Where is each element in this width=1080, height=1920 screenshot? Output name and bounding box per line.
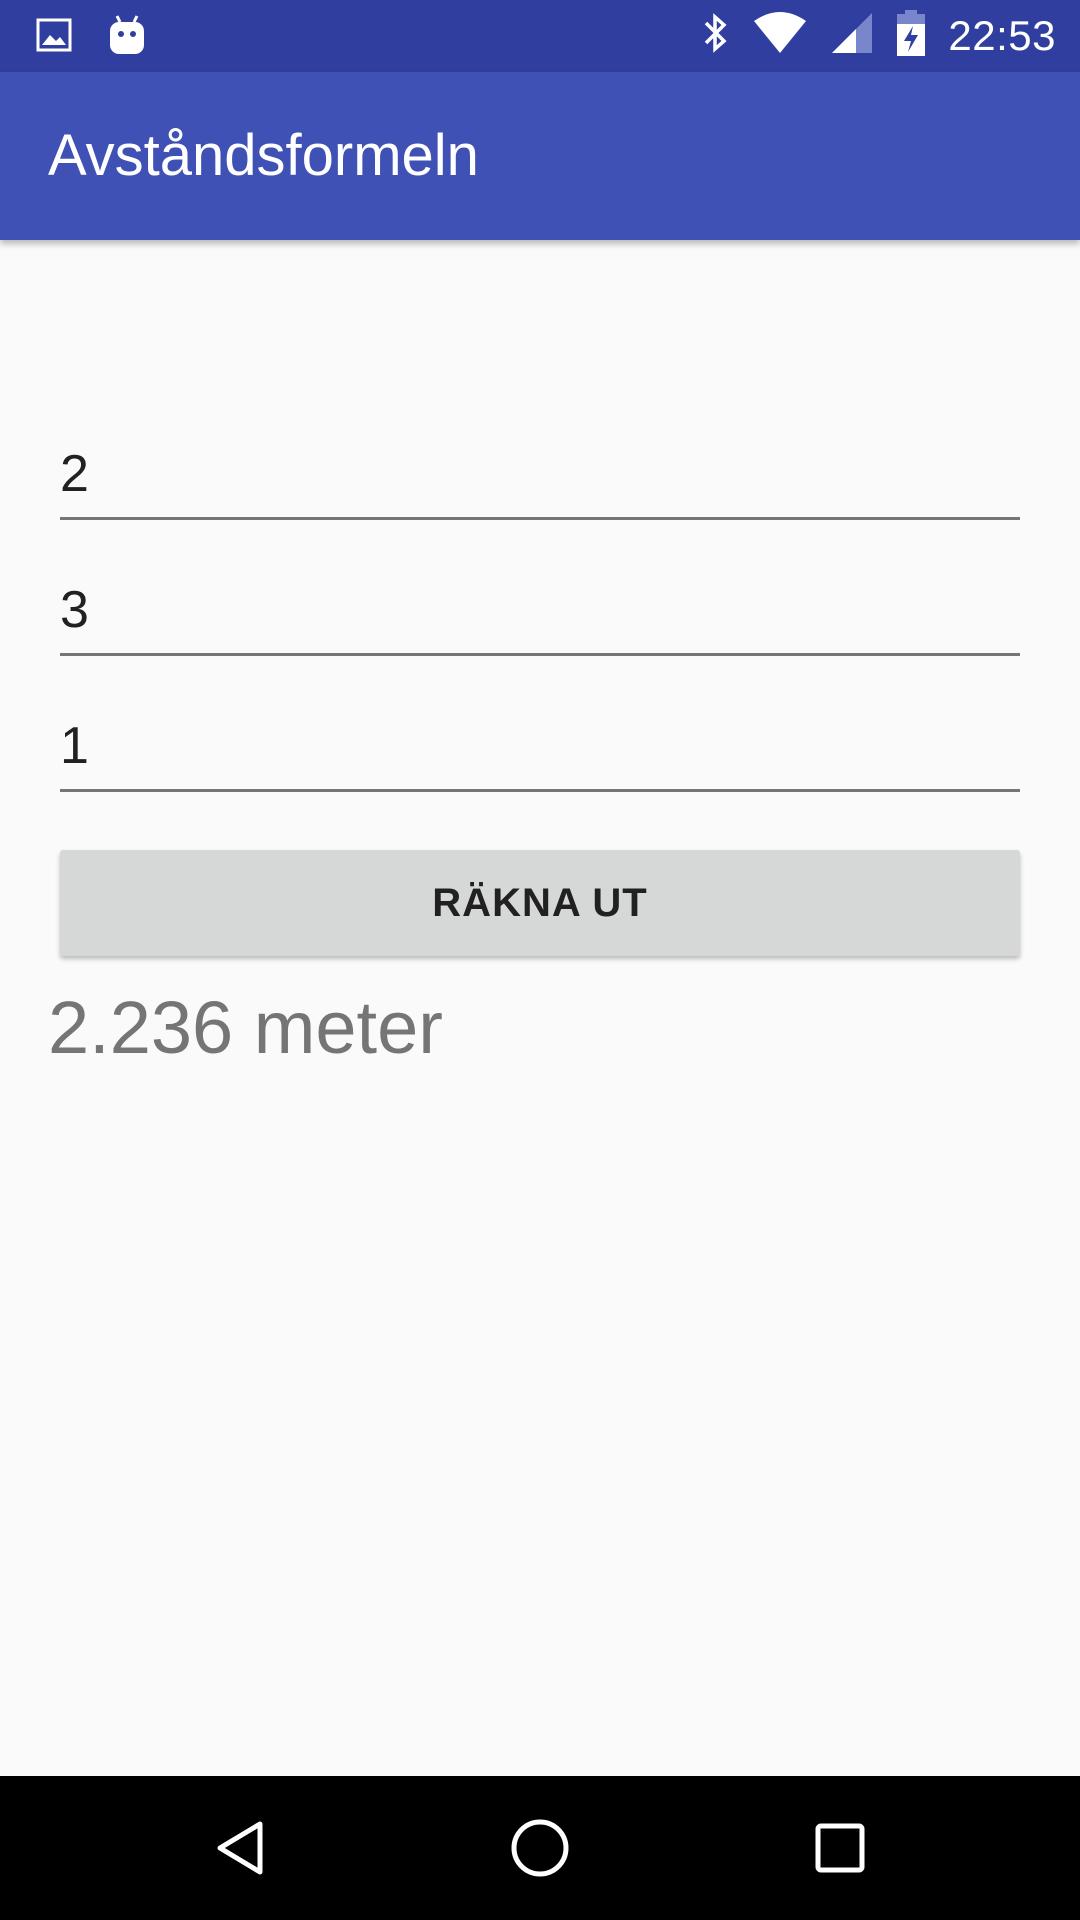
calculate-button[interactable]: RÄKNA UT	[60, 850, 1020, 956]
status-time: 22:53	[948, 11, 1056, 59]
signal-icon	[830, 11, 874, 60]
home-icon[interactable]	[508, 1816, 572, 1880]
app-bar: Avståndsformeln	[0, 72, 1080, 240]
input-field-2[interactable]	[60, 536, 1020, 656]
input-field-1[interactable]	[60, 400, 1020, 520]
number-input-2[interactable]	[60, 570, 1020, 650]
input-field-3[interactable]	[60, 672, 1020, 792]
battery-charging-icon	[896, 10, 926, 61]
recents-icon[interactable]	[808, 1816, 872, 1880]
status-bar: 22:53	[0, 0, 1080, 72]
image-icon	[36, 17, 72, 58]
navigation-bar	[0, 1776, 1080, 1920]
number-input-1[interactable]	[60, 434, 1020, 514]
android-icon	[108, 14, 146, 61]
result-text: 2.236 meter	[48, 986, 443, 1069]
field-underline	[60, 653, 1020, 656]
wifi-icon	[752, 11, 808, 60]
bluetooth-icon	[702, 11, 730, 60]
field-underline	[60, 517, 1020, 520]
number-input-3[interactable]	[60, 706, 1020, 786]
field-underline	[60, 789, 1020, 792]
back-icon[interactable]	[210, 1816, 274, 1880]
page-title: Avståndsformeln	[48, 123, 479, 188]
